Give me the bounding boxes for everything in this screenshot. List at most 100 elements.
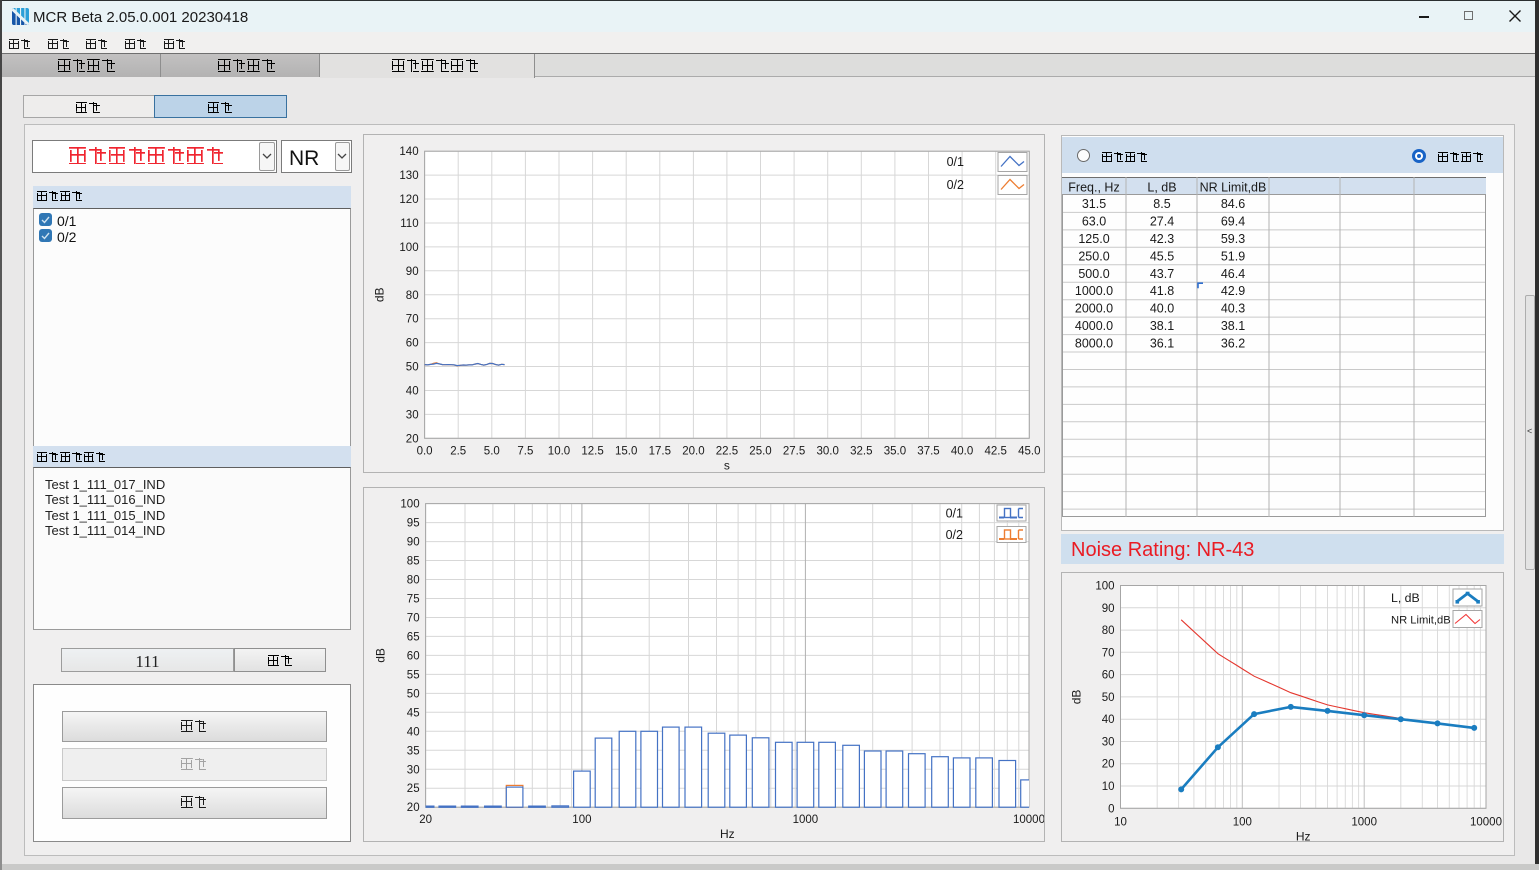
svg-text:25: 25 <box>407 783 420 795</box>
svg-text:100: 100 <box>1095 581 1114 593</box>
svg-text:7.5: 7.5 <box>517 445 533 457</box>
svg-text:40: 40 <box>407 726 420 738</box>
svg-text:42.5: 42.5 <box>985 445 1007 457</box>
svg-text:31.5: 31.5 <box>1082 197 1106 211</box>
svg-text:1000: 1000 <box>793 814 819 826</box>
svg-text:42.3: 42.3 <box>1150 232 1174 246</box>
svg-text:10: 10 <box>1114 816 1127 828</box>
svg-text:40: 40 <box>1102 714 1115 726</box>
svg-text:50: 50 <box>407 688 420 700</box>
svg-text:50: 50 <box>1102 692 1115 704</box>
svg-text:45.0: 45.0 <box>1018 445 1040 457</box>
svg-text:100: 100 <box>572 814 591 826</box>
svg-text:20.0: 20.0 <box>682 445 704 457</box>
svg-text:0/1: 0/1 <box>946 507 963 521</box>
svg-text:1000.0: 1000.0 <box>1075 284 1113 298</box>
svg-text:NR Limit,dB: NR Limit,dB <box>1200 181 1267 195</box>
svg-text:Hz: Hz <box>720 827 735 841</box>
svg-text:110: 110 <box>400 218 418 230</box>
svg-text:125.0: 125.0 <box>1078 232 1109 246</box>
svg-text:80: 80 <box>406 290 419 302</box>
svg-text:17.5: 17.5 <box>649 445 671 457</box>
svg-text:10: 10 <box>1102 781 1115 793</box>
svg-text:30.0: 30.0 <box>817 445 839 457</box>
svg-text:40.0: 40.0 <box>1150 302 1174 316</box>
svg-text:42.9: 42.9 <box>1221 284 1245 298</box>
svg-text:60: 60 <box>1102 670 1115 682</box>
svg-text:51.9: 51.9 <box>1221 249 1245 263</box>
svg-text:0/1: 0/1 <box>947 155 964 169</box>
svg-text:40.0: 40.0 <box>951 445 973 457</box>
svg-text:0/2: 0/2 <box>946 528 963 542</box>
svg-text:10000: 10000 <box>1013 814 1044 826</box>
svg-text:140: 140 <box>399 146 418 158</box>
svg-text:32.5: 32.5 <box>850 445 872 457</box>
svg-text:55: 55 <box>407 669 420 681</box>
svg-text:90: 90 <box>406 266 419 278</box>
svg-text:40: 40 <box>406 386 419 398</box>
svg-text:2.5: 2.5 <box>450 445 466 457</box>
svg-text:1000: 1000 <box>1351 816 1377 828</box>
svg-text:dB: dB <box>374 648 388 663</box>
svg-text:12.5: 12.5 <box>581 445 603 457</box>
svg-text:2000.0: 2000.0 <box>1075 302 1113 316</box>
svg-text:84.6: 84.6 <box>1221 197 1245 211</box>
svg-text:80: 80 <box>1102 625 1115 637</box>
svg-text:36.1: 36.1 <box>1150 337 1174 351</box>
svg-text:70: 70 <box>407 613 420 625</box>
svg-text:s: s <box>724 458 730 472</box>
svg-text:250.0: 250.0 <box>1078 249 1109 263</box>
svg-text:40.3: 40.3 <box>1221 302 1245 316</box>
svg-text:70: 70 <box>406 314 419 326</box>
svg-text:41.8: 41.8 <box>1150 284 1174 298</box>
svg-text:Hz: Hz <box>1296 829 1311 841</box>
svg-text:dB: dB <box>373 287 387 302</box>
svg-text:100: 100 <box>400 499 419 511</box>
svg-text:43.7: 43.7 <box>1150 267 1174 281</box>
svg-text:20: 20 <box>419 814 432 826</box>
svg-text:45.5: 45.5 <box>1150 249 1174 263</box>
svg-text:20: 20 <box>1102 759 1115 771</box>
svg-text:L, dB: L, dB <box>1147 181 1176 195</box>
svg-text:20: 20 <box>407 802 420 814</box>
svg-text:45: 45 <box>407 707 420 719</box>
svg-text:Freq., Hz: Freq., Hz <box>1068 181 1119 195</box>
svg-text:5.0: 5.0 <box>484 445 500 457</box>
svg-text:130: 130 <box>399 170 418 182</box>
svg-text:dB: dB <box>1070 690 1084 705</box>
svg-text:90: 90 <box>1102 603 1115 615</box>
svg-text:30: 30 <box>407 764 420 776</box>
svg-text:80: 80 <box>407 575 420 587</box>
svg-text:60: 60 <box>406 338 419 350</box>
svg-text:65: 65 <box>407 631 420 643</box>
svg-text:50: 50 <box>406 362 419 374</box>
svg-text:0.0: 0.0 <box>417 445 433 457</box>
svg-text:8000.0: 8000.0 <box>1075 337 1113 351</box>
svg-text:0/2: 0/2 <box>947 178 964 192</box>
svg-text:15.0: 15.0 <box>615 445 637 457</box>
svg-text:10000: 10000 <box>1470 816 1502 828</box>
svg-text:38.1: 38.1 <box>1221 319 1245 333</box>
svg-text:70: 70 <box>1102 647 1115 659</box>
svg-text:60: 60 <box>407 650 420 662</box>
svg-text:30: 30 <box>1102 737 1115 749</box>
svg-text:27.5: 27.5 <box>783 445 805 457</box>
svg-text:100: 100 <box>1233 816 1252 828</box>
svg-text:22.5: 22.5 <box>716 445 738 457</box>
svg-text:8.5: 8.5 <box>1153 197 1170 211</box>
svg-text:75: 75 <box>407 594 420 606</box>
svg-text:36.2: 36.2 <box>1221 337 1245 351</box>
svg-text:59.3: 59.3 <box>1221 232 1245 246</box>
svg-text:46.4: 46.4 <box>1221 267 1245 281</box>
svg-text:NR Limit,dB: NR Limit,dB <box>1391 615 1451 627</box>
svg-text:85: 85 <box>407 556 420 568</box>
svg-text:95: 95 <box>407 518 420 530</box>
svg-text:35.0: 35.0 <box>884 445 906 457</box>
svg-text:100: 100 <box>399 242 418 254</box>
svg-text:0: 0 <box>1108 803 1114 815</box>
svg-text:90: 90 <box>407 537 420 549</box>
svg-text:10.0: 10.0 <box>548 445 570 457</box>
svg-text:69.4: 69.4 <box>1221 214 1245 228</box>
svg-text:25.0: 25.0 <box>749 445 771 457</box>
svg-text:27.4: 27.4 <box>1150 214 1174 228</box>
